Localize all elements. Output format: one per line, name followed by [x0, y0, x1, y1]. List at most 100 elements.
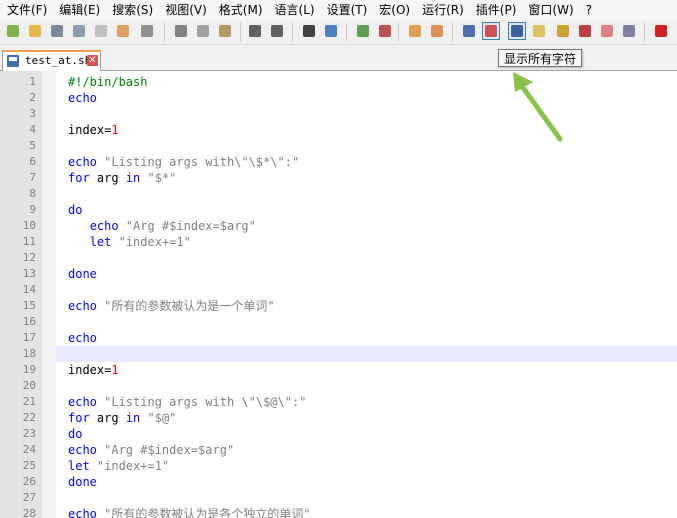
- cut-button[interactable]: [172, 22, 190, 40]
- copy-button[interactable]: [194, 22, 212, 40]
- toolbar-separator: [452, 23, 453, 41]
- find-button[interactable]: [300, 22, 318, 40]
- show-all-chars-button[interactable]: [482, 22, 500, 40]
- function-list-button[interactable]: [576, 22, 594, 40]
- code-line[interactable]: index=1: [68, 122, 119, 138]
- line-number: 2: [29, 91, 36, 104]
- menu-bar: 文件(F) 编辑(E) 搜索(S) 视图(V) 格式(M) 语言(L) 设置(T) 宏(O) 运…: [0, 0, 677, 20]
- code-line[interactable]: do: [68, 202, 82, 218]
- folder-workspace-icon: [601, 25, 613, 37]
- save-all-button[interactable]: [70, 22, 88, 40]
- code-line[interactable]: echo "所有的参数被认为是一个单词": [68, 298, 275, 314]
- menu-item-2[interactable]: 搜索(S): [105, 0, 158, 20]
- line-number: 20: [22, 379, 36, 392]
- record-macro-icon: [655, 25, 667, 37]
- menu-item-4[interactable]: 格式(M): [212, 0, 268, 20]
- document-map-button[interactable]: [554, 22, 572, 40]
- code-token: "index+=1": [89, 459, 170, 473]
- menu-item-0[interactable]: 文件(F): [0, 0, 52, 20]
- menu-item-10[interactable]: 窗口(W): [521, 0, 578, 20]
- line-number: 13: [22, 267, 36, 280]
- code-line[interactable]: done: [68, 474, 97, 490]
- menu-item-3[interactable]: 视图(V): [158, 0, 212, 20]
- save-button[interactable]: [48, 22, 66, 40]
- code-line[interactable]: done: [68, 266, 97, 282]
- code-editor[interactable]: 1 2 3 4 5 6 7 8 9 10 11 12 13 14 15 16 17 18 19 20 21 22 23 24 2…: [0, 71, 677, 518]
- code-line[interactable]: echo "Arg #$index=$arg": [68, 442, 234, 458]
- file-tab[interactable]: test_at.sh ✕: [2, 50, 101, 71]
- code-line[interactable]: echo "Arg #$index=$arg": [68, 218, 256, 234]
- code-token: arg: [89, 171, 126, 185]
- zoom-out-button[interactable]: [376, 22, 394, 40]
- code-token: echo: [68, 155, 97, 169]
- code-token: index=: [68, 123, 112, 137]
- code-line[interactable]: echo: [68, 330, 97, 346]
- code-line[interactable]: for arg in "$*": [68, 170, 176, 186]
- line-number: 1: [29, 75, 36, 88]
- line-number: 27: [22, 491, 36, 504]
- undo-icon: [249, 25, 261, 37]
- zoom-out-icon: [379, 25, 391, 37]
- toolbar-separator: [644, 23, 645, 41]
- line-number: 26: [22, 475, 36, 488]
- folder-workspace-button[interactable]: [598, 22, 616, 40]
- zoom-in-button[interactable]: [354, 22, 372, 40]
- save-icon: [51, 25, 63, 37]
- code-line[interactable]: let "index+=1": [68, 234, 191, 250]
- sync-vertical-button[interactable]: [406, 22, 424, 40]
- document-map-icon: [557, 25, 569, 37]
- redo-button[interactable]: [268, 22, 286, 40]
- code-line[interactable]: echo "所有的参数被认为是各个独立的单词": [68, 506, 311, 518]
- close-all-icon: [117, 25, 129, 37]
- code-line[interactable]: echo "Listing args with\"\$*\":": [68, 154, 299, 170]
- tab-close-icon[interactable]: ✕: [87, 55, 98, 66]
- code-line[interactable]: #!/bin/bash: [68, 74, 147, 90]
- code-token: let: [89, 235, 112, 249]
- code-line[interactable]: echo "Listing args with \"\$@\":": [68, 394, 306, 410]
- indent-guide-button[interactable]: [508, 22, 526, 40]
- code-token: index=: [68, 363, 112, 377]
- cut-icon: [175, 25, 187, 37]
- word-wrap-button[interactable]: [460, 22, 478, 40]
- user-language-button[interactable]: [530, 22, 548, 40]
- toolbar: [0, 20, 677, 45]
- line-number: 19: [22, 363, 36, 376]
- paste-button[interactable]: [216, 22, 234, 40]
- print-button[interactable]: [138, 22, 156, 40]
- line-number: 22: [22, 411, 36, 424]
- close-file-button[interactable]: [92, 22, 110, 40]
- line-number: 5: [29, 139, 36, 152]
- monitoring-icon: [623, 25, 635, 37]
- toolbar-separator: [240, 23, 241, 41]
- code-line[interactable]: index=1: [68, 362, 119, 378]
- undo-button[interactable]: [246, 22, 264, 40]
- menu-item-8[interactable]: 运行(R): [415, 0, 469, 20]
- sync-vertical-icon: [409, 25, 421, 37]
- sync-horizontal-button[interactable]: [428, 22, 446, 40]
- code-token: echo: [68, 91, 97, 105]
- code-line[interactable]: let "index+=1": [68, 458, 169, 474]
- code-line[interactable]: echo: [68, 90, 97, 106]
- code-line[interactable]: for arg in "$@": [68, 410, 176, 426]
- monitoring-button[interactable]: [620, 22, 638, 40]
- close-all-button[interactable]: [114, 22, 132, 40]
- code-line[interactable]: do: [68, 426, 82, 442]
- zoom-in-icon: [357, 25, 369, 37]
- code-token: "Listing args with\"\$*\":": [96, 155, 300, 169]
- menu-item-9[interactable]: 插件(P): [469, 0, 522, 20]
- new-file-button[interactable]: [4, 22, 22, 40]
- code-token: "所有的参数被认为是各个独立的单词": [96, 507, 311, 518]
- replace-button[interactable]: [322, 22, 340, 40]
- code-token: 1: [111, 363, 119, 377]
- open-file-button[interactable]: [26, 22, 44, 40]
- menu-item-6[interactable]: 设置(T): [320, 0, 373, 20]
- toolbar-separator: [398, 23, 399, 41]
- code-token: "Arg #$index=$arg": [118, 219, 256, 233]
- menu-item-11[interactable]: ?: [579, 0, 597, 20]
- menu-item-1[interactable]: 编辑(E): [52, 0, 105, 20]
- menu-item-5[interactable]: 语言(L): [268, 0, 320, 20]
- menu-item-7[interactable]: 宏(O): [372, 0, 415, 20]
- record-macro-button[interactable]: [652, 22, 670, 40]
